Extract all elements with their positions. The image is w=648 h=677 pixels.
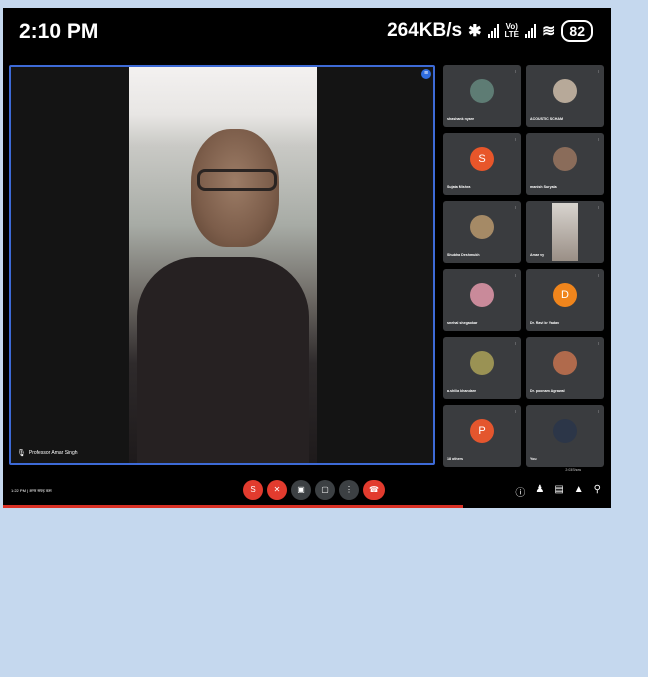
activities-icon[interactable]: ▲ [574, 484, 584, 499]
mic-muted-icon: ⁝ [597, 69, 599, 74]
status-time: 2:10 PM [19, 20, 99, 43]
meeting-info: 1:22 PM | अमर सफ्ह कस [11, 488, 52, 493]
participant-avatar: P [470, 419, 494, 443]
participant-tile[interactable]: ⁝ You [526, 405, 604, 467]
participant-name: Amar vy [530, 253, 545, 257]
mic-muted-icon: ⁝ [514, 205, 516, 210]
meeting-toolbar: 1:22 PM | अमर सफ्ह कस S ✕ ▣ ▢ ⋮ ☎ ⓘ ♟ ▤ … [3, 468, 611, 504]
end-call-button[interactable]: ☎ [363, 480, 385, 500]
mic-muted-icon: ⁝ [514, 409, 516, 414]
participant-avatar [553, 147, 577, 171]
participant-avatar [470, 283, 494, 307]
participant-avatar [470, 79, 494, 103]
bluetooth-icon: ✱ [468, 23, 482, 40]
raise-hand-button[interactable]: S [243, 480, 263, 500]
participant-tile[interactable]: ⁝ a.shilia khandare [443, 337, 521, 399]
mic-muted-icon: ⁝ [514, 137, 516, 142]
mic-muted-icon: ⁝ [514, 273, 516, 278]
mic-toggle-button[interactable]: ✕ [267, 480, 287, 500]
participant-avatar [470, 215, 494, 239]
participant-video [552, 203, 578, 261]
camera-toggle-button[interactable]: ▣ [291, 480, 311, 500]
pin-icon[interactable]: ≡ [421, 69, 431, 79]
call-controls: S ✕ ▣ ▢ ⋮ ☎ [243, 480, 385, 500]
participant-avatar [553, 419, 577, 443]
mic-icon: 🎙 [17, 450, 26, 457]
mic-muted-icon: ⁝ [597, 273, 599, 278]
main-speaker-name: Professor Amar Singh [28, 450, 78, 456]
captions-button[interactable]: ▢ [315, 480, 335, 500]
participant-tile[interactable]: S ⁝ Sujata Mishra [443, 133, 521, 195]
status-icons: 264KB/s ✱ Vo) LTE ≋ 82 [387, 20, 593, 42]
info-icon[interactable]: ⓘ [515, 484, 525, 499]
signal-bars-icon [487, 24, 499, 38]
participant-avatar [553, 351, 577, 375]
participant-avatar [553, 79, 577, 103]
side-controls: ⓘ ♟ ▤ ▲ ⚲ [515, 484, 601, 499]
volte-icon: Vo) LTE [504, 22, 520, 39]
main-speaker-label: 🎙 Professor Amar Singh [17, 449, 78, 457]
mic-muted-icon: ⁝ [597, 205, 599, 210]
tooltip-text: 2:03Show [565, 468, 581, 472]
mic-muted-icon: ⁝ [514, 341, 516, 346]
more-options-button[interactable]: ⋮ [339, 480, 359, 500]
participant-avatar [470, 351, 494, 375]
chat-icon[interactable]: ▤ [554, 484, 563, 499]
speaker-body [137, 257, 309, 463]
participant-avatar: D [553, 283, 577, 307]
participant-name: manish Suryala [530, 185, 557, 189]
glasses-icon [197, 169, 277, 191]
mic-muted-icon: ⁝ [597, 341, 599, 346]
lock-icon[interactable]: ⚲ [594, 484, 601, 499]
status-bar: 2:10 PM 264KB/s ✱ Vo) LTE ≋ 82 [3, 8, 611, 58]
people-icon[interactable]: ♟ [535, 484, 544, 499]
participant-name: Shubha Deshmukh [447, 253, 480, 257]
participant-name: a.shilia khandare [447, 389, 477, 393]
participant-tile[interactable]: D ⁝ Dr. Ravi kr Yadav [526, 269, 604, 331]
main-speaker-tile[interactable]: ≡ 🎙 Professor Amar Singh [9, 65, 435, 465]
battery-level: 82 [561, 20, 593, 42]
phone-screen: 2:10 PM 264KB/s ✱ Vo) LTE ≋ 82 ≡ 🎙 Profes… [3, 8, 611, 508]
mic-muted-icon: ⁝ [514, 69, 516, 74]
participant-name: Dr. Ravi kr Yadav [530, 321, 560, 325]
participant-grid: ⁝ shashank nyare ⁝ ACOUSTIC SCHAM S ⁝ Sujata M… [443, 65, 607, 470]
participant-tile[interactable]: ⁝ manish Suryala [526, 133, 604, 195]
participant-name: ACOUSTIC SCHAM [530, 117, 563, 121]
participant-name: Sujata Mishra [447, 185, 471, 189]
participant-tile[interactable]: ⁝ Dr. poonam Agrawal [526, 337, 604, 399]
participant-name: Dr. poonam Agrawal [530, 389, 565, 393]
participant-tile[interactable]: ⁝ ACOUSTIC SCHAM [526, 65, 604, 127]
participant-name: You [530, 457, 537, 461]
participant-tile[interactable]: ⁝ shashank nyare [443, 65, 521, 127]
participant-tile[interactable]: ⁝ Shubha Deshmukh [443, 201, 521, 263]
network-speed: 264KB/s [387, 20, 463, 41]
mic-muted-icon: ⁝ [597, 409, 599, 414]
participant-tile[interactable]: ⁝ Amar vy [526, 201, 604, 263]
participant-tile[interactable]: ⁝ snehal shegaokar [443, 269, 521, 331]
wifi-icon: ≋ [542, 23, 556, 40]
participant-name: 18 others [447, 457, 463, 461]
signal-bars-2-icon [525, 24, 537, 38]
participant-name: shashank nyare [447, 117, 475, 121]
speaker-video [129, 67, 317, 463]
participant-name: snehal shegaokar [447, 321, 478, 325]
participant-avatar: S [470, 147, 494, 171]
mic-muted-icon: ⁝ [597, 137, 599, 142]
video-progress-bar [3, 505, 463, 508]
participant-tile[interactable]: P ⁝ 18 others [443, 405, 521, 467]
